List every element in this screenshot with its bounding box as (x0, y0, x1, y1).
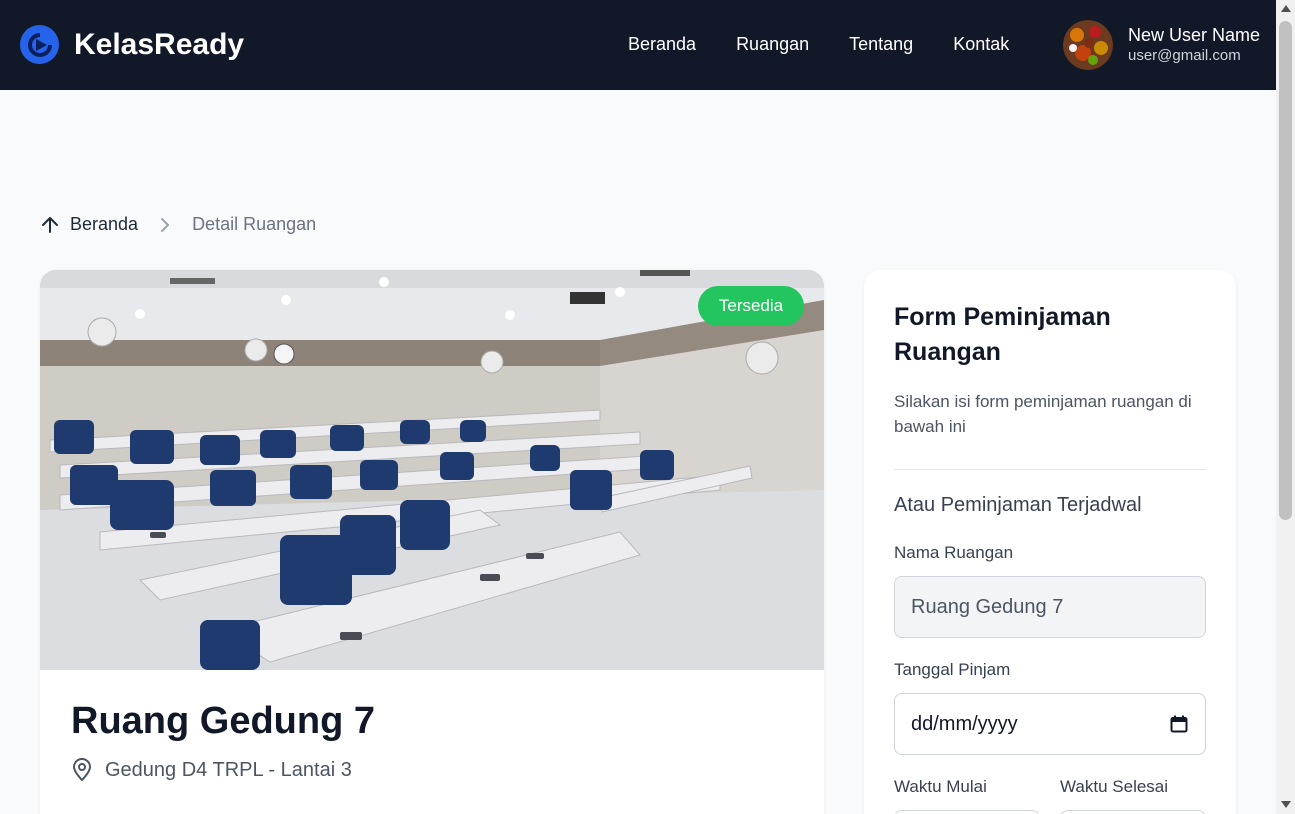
brand-name: KelasReady (74, 27, 245, 61)
scroll-down-arrow-icon[interactable] (1281, 801, 1291, 808)
start-time-input[interactable] (894, 810, 1040, 814)
date-placeholder: dd/mm/yyyy (911, 712, 1018, 735)
calendar-icon[interactable] (1170, 715, 1188, 733)
chevron-right-icon (160, 217, 170, 232)
brand-logo[interactable]: KelasReady (20, 25, 244, 64)
avatar (1063, 20, 1113, 70)
room-image: Tersedia (40, 270, 824, 670)
breadcrumb-current: Detail Ruangan (192, 214, 317, 234)
logo-icon (20, 25, 59, 64)
navbar: KelasReady Beranda Ruangan Tentang Konta… (0, 0, 1276, 90)
room-card: Tersedia Ruang Gedung 7 Gedung D4 TRPL -… (40, 270, 824, 814)
page-scrollbar[interactable] (1276, 0, 1295, 814)
user-menu[interactable]: New User Name user@gmail.com (1063, 20, 1260, 70)
nav-link-beranda[interactable]: Beranda (628, 34, 696, 55)
form-title: Form Peminjaman Ruangan (894, 303, 1111, 366)
scrollbar-thumb[interactable] (1279, 21, 1292, 520)
map-pin-icon (73, 758, 91, 781)
end-time-input[interactable] (1060, 810, 1206, 814)
start-time-label: Waktu Mulai (894, 777, 987, 796)
end-time-label: Waktu Selesai (1060, 777, 1169, 796)
room-title: Ruang Gedung 7 (71, 700, 375, 742)
form-description: Silakan isi form peminjaman ruangan di b… (894, 392, 1192, 436)
arrow-up-icon (42, 216, 58, 233)
room-name-field[interactable]: Ruang Gedung 7 (894, 576, 1206, 638)
scheduled-booking-heading: Atau Peminjaman Terjadwal (894, 494, 1142, 516)
nav-menu: Beranda Ruangan Tentang Kontak (628, 34, 1049, 55)
room-name-value: Ruang Gedung 7 (911, 595, 1064, 618)
status-badge: Tersedia (698, 286, 804, 326)
scroll-up-arrow-icon[interactable] (1281, 5, 1291, 12)
breadcrumb: Beranda Detail Ruangan (40, 214, 316, 235)
nav-link-tentang[interactable]: Tentang (849, 34, 913, 55)
date-label: Tanggal Pinjam (894, 660, 1011, 679)
room-location: Gedung D4 TRPL - Lantai 3 (71, 758, 352, 782)
user-name: New User Name (1128, 25, 1261, 45)
breadcrumb-home-link[interactable]: Beranda (40, 214, 138, 235)
nav-link-ruangan[interactable]: Ruangan (736, 34, 809, 55)
room-location-text: Gedung D4 TRPL - Lantai 3 (105, 758, 352, 781)
nav-link-kontak[interactable]: Kontak (953, 34, 1009, 55)
booking-form-card: Form Peminjaman Ruangan Silakan isi form… (864, 270, 1236, 814)
form-divider (894, 469, 1206, 470)
breadcrumb-home-label: Beranda (70, 214, 139, 234)
user-email: user@gmail.com (1128, 47, 1241, 64)
room-name-label: Nama Ruangan (894, 543, 1014, 562)
date-input[interactable]: dd/mm/yyyy (894, 693, 1206, 755)
